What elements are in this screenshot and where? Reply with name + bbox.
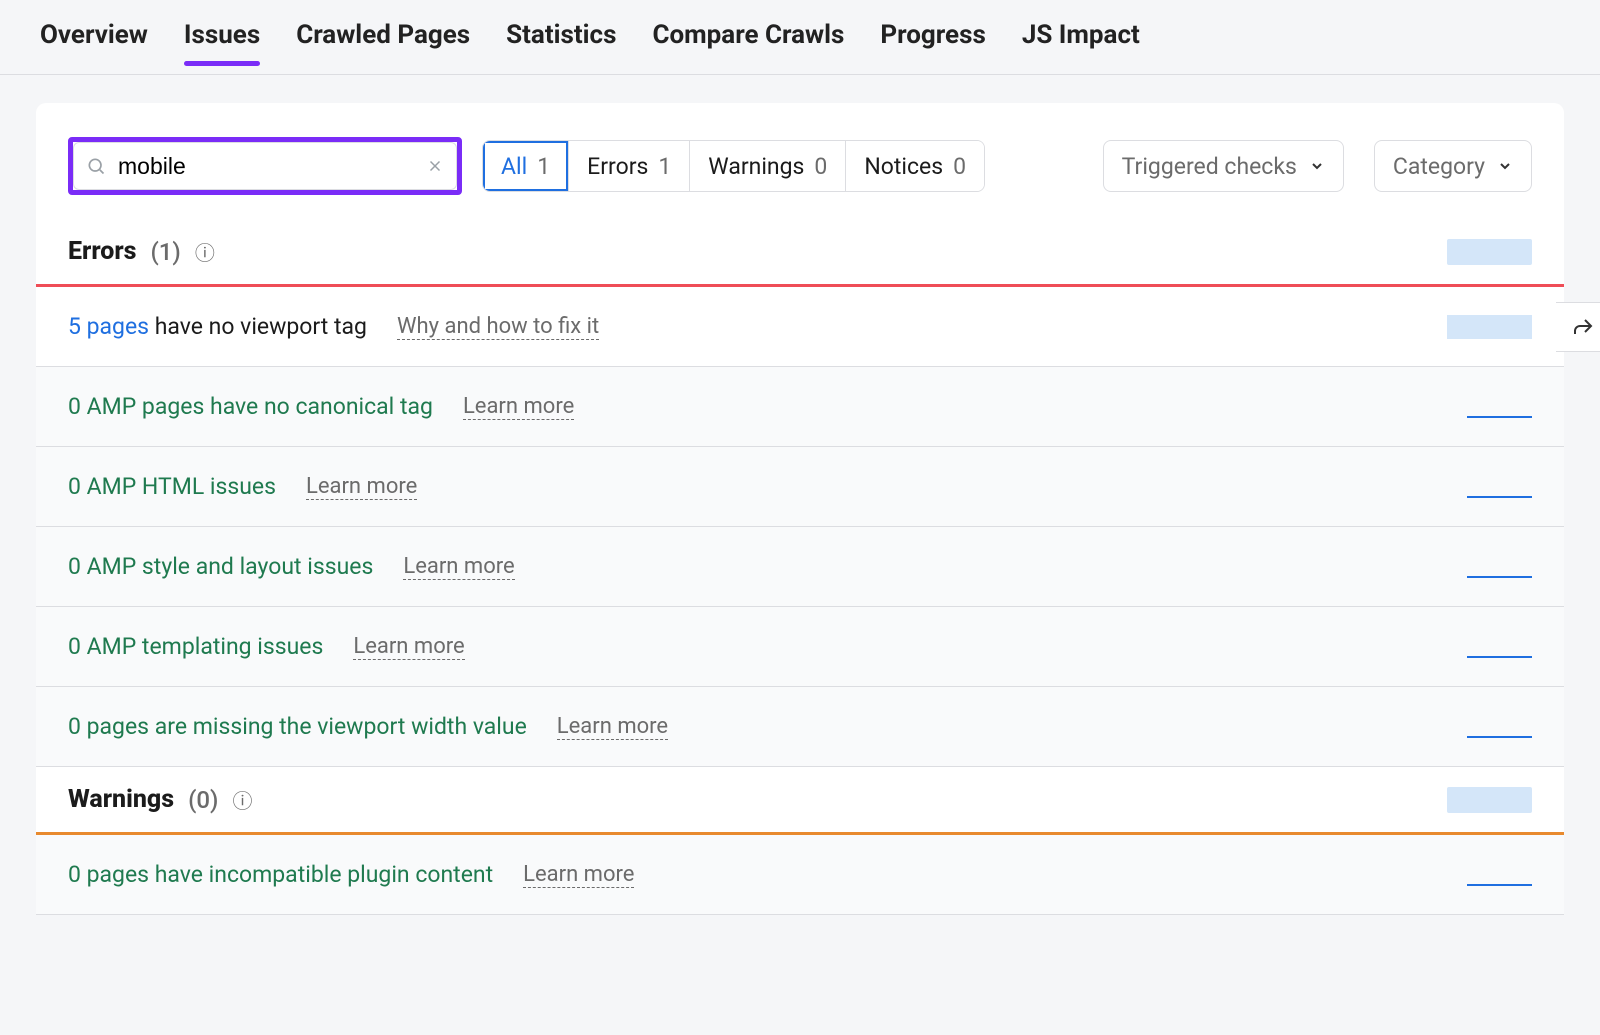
filter-all[interactable]: All 1 [483, 141, 569, 191]
top-tabs: Overview Issues Crawled Pages Statistics… [0, 0, 1600, 75]
filter-notices-label: Notices [864, 153, 943, 180]
issue-sparkline [1447, 315, 1532, 339]
tab-issues[interactable]: Issues [184, 20, 260, 64]
chevron-down-icon [1497, 158, 1513, 174]
tab-js-impact[interactable]: JS Impact [1022, 20, 1140, 64]
warnings-title: Warnings [68, 785, 174, 814]
search-highlight [68, 137, 462, 195]
triggered-checks-label: Triggered checks [1122, 153, 1297, 180]
issue-row-incompatible-plugin[interactable]: 0 pages have incompatible plugin content… [36, 835, 1564, 915]
tab-crawled-pages[interactable]: Crawled Pages [296, 20, 470, 64]
learn-more-link[interactable]: Learn more [523, 862, 634, 888]
why-fix-link[interactable]: Why and how to fix it [397, 314, 599, 340]
warnings-section-header: Warnings (0) ⓘ [36, 766, 1564, 835]
share-button[interactable] [1556, 302, 1600, 352]
right-controls: Triggered checks Category [1103, 140, 1532, 192]
issue-text: 0 AMP style and layout issues [68, 553, 373, 580]
chevron-down-icon [1309, 158, 1325, 174]
issue-desc: have no viewport tag [149, 313, 367, 340]
issue-text: 0 AMP HTML issues [68, 473, 276, 500]
issues-panel: All 1 Errors 1 Warnings 0 Notices 0 Trig… [36, 103, 1564, 915]
issue-sparkline [1467, 884, 1532, 886]
warnings-sparkline [1447, 787, 1532, 813]
errors-section-header: Errors (1) ⓘ [36, 219, 1564, 287]
tab-compare-crawls[interactable]: Compare Crawls [652, 20, 844, 64]
tab-statistics[interactable]: Statistics [506, 20, 616, 64]
issue-text: 0 pages are missing the viewport width v… [68, 713, 527, 740]
errors-title: Errors [68, 237, 136, 266]
info-icon[interactable]: ⓘ [232, 785, 252, 814]
category-dropdown[interactable]: Category [1374, 140, 1532, 192]
learn-more-link[interactable]: Learn more [353, 634, 464, 660]
learn-more-link[interactable]: Learn more [403, 554, 514, 580]
filter-errors-count: 1 [658, 153, 671, 180]
search-icon [86, 156, 106, 176]
issue-sparkline [1467, 416, 1532, 418]
issue-type-filter: All 1 Errors 1 Warnings 0 Notices 0 [482, 140, 985, 192]
warnings-count: (0) [188, 786, 218, 814]
issue-row-viewport[interactable]: 5 pages have no viewport tag Why and how… [36, 287, 1564, 367]
issue-text: 0 AMP pages have no canonical tag [68, 393, 433, 420]
learn-more-link[interactable]: Learn more [306, 474, 417, 500]
filter-notices[interactable]: Notices 0 [846, 141, 984, 191]
info-icon[interactable]: ⓘ [195, 237, 215, 266]
issue-sparkline [1467, 736, 1532, 738]
share-arrow-icon [1571, 315, 1595, 339]
filter-errors[interactable]: Errors 1 [569, 141, 690, 191]
tab-overview[interactable]: Overview [40, 20, 148, 64]
issue-text: 0 pages have incompatible plugin content [68, 861, 493, 888]
filter-warnings[interactable]: Warnings 0 [690, 141, 846, 191]
issue-text: 5 pages have no viewport tag [68, 313, 367, 340]
issue-sparkline [1467, 496, 1532, 498]
filter-errors-label: Errors [587, 153, 648, 180]
filter-warnings-count: 0 [814, 153, 827, 180]
issue-row-amp-style[interactable]: 0 AMP style and layout issues Learn more [36, 527, 1564, 607]
toolbar: All 1 Errors 1 Warnings 0 Notices 0 Trig… [36, 103, 1564, 219]
category-label: Category [1393, 153, 1485, 180]
errors-sparkline [1447, 239, 1532, 265]
filter-all-count: 1 [537, 153, 550, 180]
filter-warnings-label: Warnings [708, 153, 804, 180]
tab-progress[interactable]: Progress [880, 20, 985, 64]
triggered-checks-dropdown[interactable]: Triggered checks [1103, 140, 1344, 192]
issue-sparkline [1467, 656, 1532, 658]
issue-row-amp-html[interactable]: 0 AMP HTML issues Learn more [36, 447, 1564, 527]
issue-pages-link[interactable]: 5 pages [68, 313, 149, 340]
learn-more-link[interactable]: Learn more [557, 714, 668, 740]
issue-sparkline [1467, 576, 1532, 578]
issue-row-viewport-width[interactable]: 0 pages are missing the viewport width v… [36, 687, 1564, 766]
learn-more-link[interactable]: Learn more [463, 394, 574, 420]
filter-all-label: All [501, 153, 527, 180]
issue-row-amp-templating[interactable]: 0 AMP templating issues Learn more [36, 607, 1564, 687]
filter-notices-count: 0 [953, 153, 966, 180]
errors-count: (1) [150, 238, 180, 266]
search-input[interactable] [116, 152, 416, 181]
issue-text: 0 AMP templating issues [68, 633, 323, 660]
search-container [73, 142, 457, 190]
clear-icon[interactable] [426, 157, 444, 175]
issue-row-amp-canonical[interactable]: 0 AMP pages have no canonical tag Learn … [36, 367, 1564, 447]
